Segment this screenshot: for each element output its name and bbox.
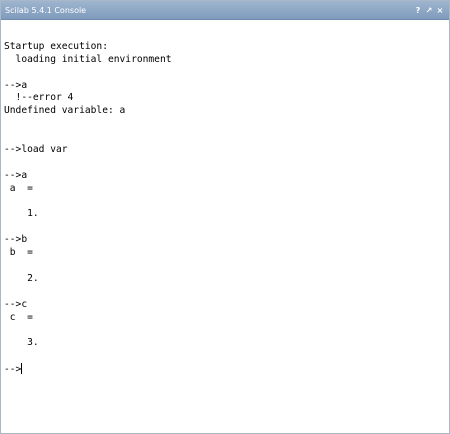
title-bar[interactable]: Scilab 5.4.1 Console ? ↗ ×: [1, 1, 449, 20]
console-line: -->b: [4, 234, 28, 246]
console-line: -->a: [4, 169, 28, 181]
console-line: 2.: [4, 272, 39, 284]
close-button[interactable]: ×: [436, 5, 444, 15]
scilab-console-window: Scilab 5.4.1 Console ? ↗ × Startup execu…: [0, 0, 450, 434]
console-line: 3.: [4, 337, 39, 349]
console-line: !--error 4: [4, 92, 74, 104]
title-bar-buttons: ? ↗ ×: [414, 5, 449, 15]
console-output-area[interactable]: Startup execution: loading initial envir…: [4, 28, 446, 430]
help-button[interactable]: ?: [414, 5, 422, 15]
undock-button[interactable]: ↗: [425, 5, 433, 15]
console-line: Startup execution:: [4, 40, 108, 52]
console-prompt: -->: [4, 364, 22, 376]
console-line: -->a: [4, 79, 28, 91]
console-line: -->load var: [4, 144, 68, 156]
console-line: 1.: [4, 208, 39, 220]
console-prompt-line[interactable]: -->: [4, 363, 446, 376]
console-line: a =: [4, 182, 33, 194]
console-line: loading initial environment: [4, 53, 172, 65]
console-line: c =: [4, 311, 33, 323]
console-line: -->c: [4, 298, 28, 310]
window-title: Scilab 5.4.1 Console: [5, 5, 87, 15]
text-cursor: [21, 363, 23, 375]
console-line: Undefined variable: a: [4, 105, 126, 117]
console-line: b =: [4, 247, 33, 259]
